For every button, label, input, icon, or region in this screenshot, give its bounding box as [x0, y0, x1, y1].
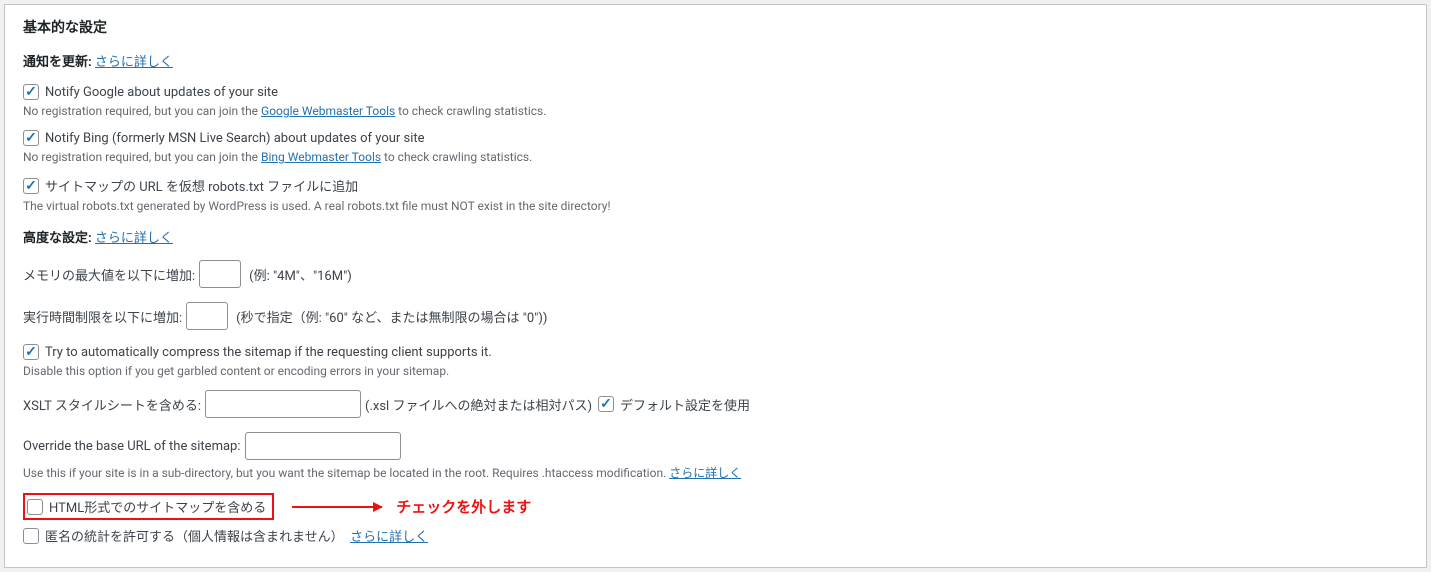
notify-google-label: Notify Google about updates of your site [45, 85, 278, 100]
base-url-input[interactable] [245, 432, 401, 460]
notify-update-row: 通知を更新: さらに詳しく [23, 51, 1408, 70]
base-url-note: Use this if your site is in a sub-direct… [23, 464, 1408, 481]
xslt-input[interactable] [205, 390, 361, 418]
advanced-link[interactable]: さらに詳しく [95, 227, 173, 246]
exec-time-row: 実行時間制限を以下に増加: (秒で指定（例: "60" など、または無制限の場合… [23, 302, 1408, 330]
robots-row: サイトマップの URL を仮想 robots.txt ファイルに追加 [23, 176, 1408, 195]
html-sitemap-label: HTML形式でのサイトマップを含める [49, 497, 266, 516]
compress-label: Try to automatically compress the sitema… [45, 345, 492, 360]
advanced-label: 高度な設定: [23, 227, 92, 246]
anon-stats-checkbox[interactable] [23, 528, 39, 544]
note-text: Use this if your site is in a sub-direct… [23, 466, 669, 480]
html-sitemap-row: HTML形式でのサイトマップを含める チェックを外します [23, 493, 1408, 520]
base-url-label: Override the base URL of the sitemap: [23, 439, 241, 454]
arrow-icon [292, 506, 382, 508]
advanced-row: 高度な設定: さらに詳しく [23, 227, 1408, 246]
exec-time-input[interactable] [186, 302, 228, 330]
robots-note: The virtual robots.txt generated by Word… [23, 199, 1408, 213]
xslt-label: XSLT スタイルシートを含める: [23, 395, 201, 414]
highlight-box: HTML形式でのサイトマップを含める [23, 493, 274, 520]
google-tools-link[interactable]: Google Webmaster Tools [261, 104, 395, 118]
xslt-hint: (.xsl ファイルへの絶対または相対パス) [365, 395, 592, 414]
bing-tools-link[interactable]: Bing Webmaster Tools [261, 150, 381, 164]
memory-hint: (例: "4M"、"16M") [249, 265, 352, 284]
notify-google-row: Notify Google about updates of your site [23, 84, 1408, 100]
note-text: to check crawling statistics. [381, 150, 532, 164]
robots-label: サイトマップの URL を仮想 robots.txt ファイルに追加 [45, 176, 358, 195]
base-url-link[interactable]: さらに詳しく [669, 466, 741, 480]
note-text: No registration required, but you can jo… [23, 150, 261, 164]
settings-panel: 基本的な設定 通知を更新: さらに詳しく Notify Google about… [4, 4, 1427, 568]
anon-stats-label: 匿名の統計を許可する（個人情報は含まれません） [45, 526, 344, 545]
compress-note: Disable this option if you get garbled c… [23, 364, 1408, 378]
robots-checkbox[interactable] [23, 178, 39, 194]
compress-row: Try to automatically compress the sitema… [23, 344, 1408, 360]
memory-row: メモリの最大値を以下に増加: (例: "4M"、"16M") [23, 260, 1408, 288]
memory-label: メモリの最大値を以下に増加: [23, 265, 195, 284]
anon-stats-row: 匿名の統計を許可する（個人情報は含まれません） さらに詳しく [23, 526, 1408, 545]
notify-update-link[interactable]: さらに詳しく [95, 51, 173, 70]
notify-bing-note: No registration required, but you can jo… [23, 150, 1408, 164]
notify-google-note: No registration required, but you can jo… [23, 104, 1408, 118]
xslt-default-label: デフォルト設定を使用 [620, 395, 750, 414]
notify-bing-row: Notify Bing (formerly MSN Live Search) a… [23, 130, 1408, 146]
notify-google-checkbox[interactable] [23, 84, 39, 100]
anon-stats-link[interactable]: さらに詳しく [350, 526, 428, 545]
xslt-row: XSLT スタイルシートを含める: (.xsl ファイルへの絶対または相対パス)… [23, 390, 1408, 418]
notify-bing-checkbox[interactable] [23, 130, 39, 146]
note-text: to check crawling statistics. [395, 104, 546, 118]
note-text: No registration required, but you can jo… [23, 104, 261, 118]
annotation-text: チェックを外します [396, 496, 531, 517]
base-url-row: Override the base URL of the sitemap: [23, 432, 1408, 460]
exec-time-label: 実行時間制限を以下に増加: [23, 307, 182, 326]
notify-bing-label: Notify Bing (formerly MSN Live Search) a… [45, 131, 425, 146]
html-sitemap-checkbox[interactable] [27, 499, 43, 515]
compress-checkbox[interactable] [23, 344, 39, 360]
memory-input[interactable] [199, 260, 241, 288]
notify-update-label: 通知を更新: [23, 51, 92, 70]
exec-time-hint: (秒で指定（例: "60" など、または無制限の場合は "0")) [236, 307, 547, 326]
panel-title: 基本的な設定 [23, 17, 1408, 37]
xslt-default-checkbox[interactable] [598, 396, 614, 412]
